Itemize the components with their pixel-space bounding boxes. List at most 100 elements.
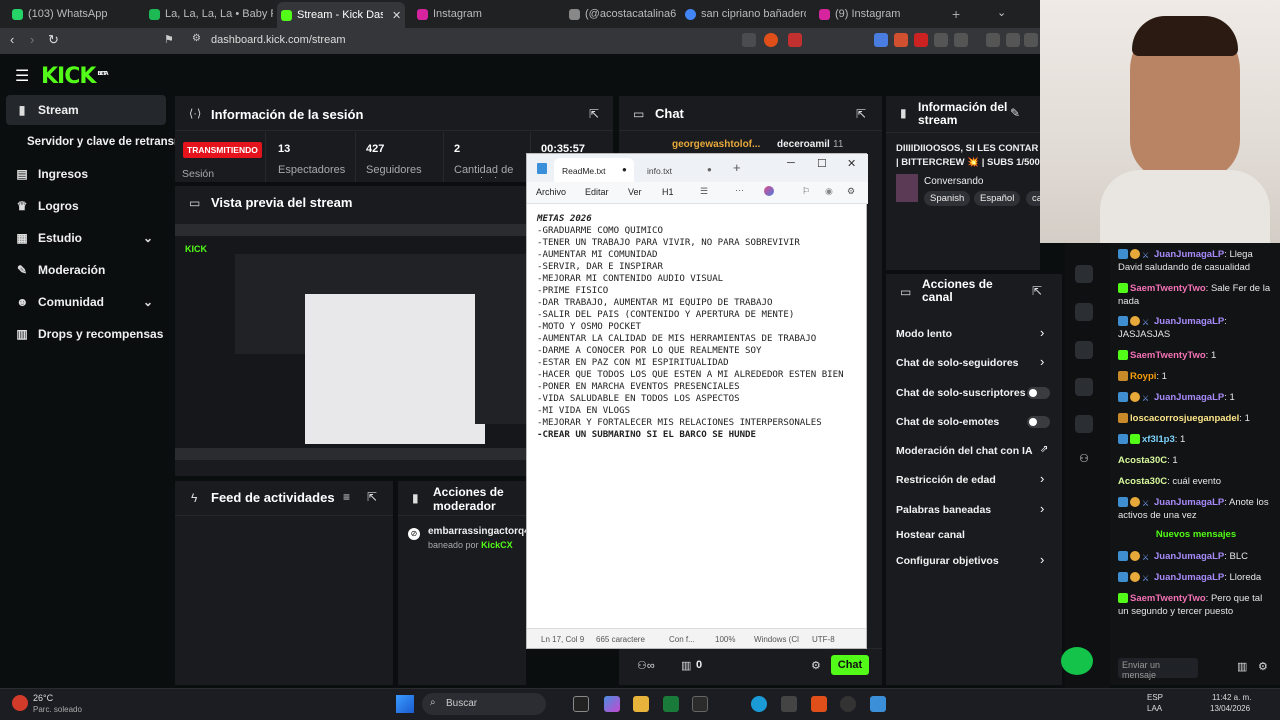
store-icon[interactable]: ▥ <box>1237 660 1247 673</box>
browser-tab[interactable]: La, La, La, La • Baby Rasta <box>145 4 273 24</box>
channel-action-host[interactable]: Hostear canal <box>896 529 965 541</box>
banned-username[interactable]: embarrassingactorq4 <box>428 526 526 537</box>
brave-shield-icon[interactable] <box>764 33 778 47</box>
sidebar-item-estudio[interactable]: ▦ Estudio ⌄ <box>6 223 166 253</box>
list-icon[interactable]: ☰ <box>700 186 708 197</box>
chat-username[interactable]: Roypi <box>1130 371 1156 382</box>
filter-icon[interactable]: ≡ <box>343 490 350 504</box>
drag-handle-icon[interactable]: ⟨·⟩ <box>189 107 201 120</box>
chat-username[interactable]: Acosta30C <box>1118 455 1167 466</box>
channel-action-age-restriction[interactable]: Restricción de edad <box>896 474 996 486</box>
external-link-icon[interactable]: ⇗ <box>1040 444 1048 455</box>
clock-time[interactable]: 11:42 a. m. <box>1212 693 1251 702</box>
stream-preview-video[interactable]: KICK <box>175 224 526 460</box>
share-icon[interactable] <box>742 33 756 47</box>
tag-chip[interactable]: Español <box>974 191 1021 206</box>
chat-input[interactable]: Enviar un mensaje <box>1118 658 1198 680</box>
taskview-icon[interactable] <box>573 696 589 712</box>
reload-icon[interactable]: ↻ <box>48 32 59 48</box>
sidebar-item-drops[interactable]: ▥ Drops y recompensas <box>6 319 166 349</box>
store-icon[interactable] <box>663 696 679 712</box>
sidebar-item-stream[interactable]: ▮ Stream <box>6 95 166 125</box>
menu-view[interactable]: Ver <box>628 187 642 197</box>
more-icon[interactable]: ··· <box>735 185 744 195</box>
chat-bubble-icon[interactable] <box>1075 303 1093 321</box>
brave-icon[interactable] <box>811 696 827 712</box>
start-icon[interactable] <box>396 695 414 713</box>
kick-logo[interactable]: KICK BETA <box>41 64 109 89</box>
chevron-down-icon[interactable]: ⌄ <box>997 6 1006 19</box>
sidebar-item-ingresos[interactable]: ▤ Ingresos <box>6 159 166 189</box>
chat-message[interactable]: ⚔ JuanJumagaLP: Llega David saludando de … <box>1118 248 1274 274</box>
notepad-tab[interactable]: info.txt ● <box>639 158 719 182</box>
sidebar-item-logros[interactable]: ♛ Logros <box>6 191 166 221</box>
tag-chip[interactable]: Spanish <box>924 191 971 206</box>
chat-username[interactable]: JuanJumagaLP <box>1154 551 1224 562</box>
heading-select[interactable]: H1 <box>662 187 674 197</box>
chat-message[interactable]: Roypi: 1 <box>1118 370 1274 383</box>
sidebar-item-moderacion[interactable]: ✎ Moderación <box>6 255 166 285</box>
chat-send-button[interactable]: Chat <box>831 655 869 675</box>
browser-tab[interactable]: san cipriano bañadero - Bus <box>681 4 806 24</box>
subs-only-toggle[interactable] <box>1027 387 1050 399</box>
sidebar-item-server-key[interactable]: Servidor y clave de retransn <box>17 127 181 157</box>
channel-action-slow-mode[interactable]: Modo lento <box>896 328 952 340</box>
maximize-icon[interactable]: ☐ <box>817 157 827 170</box>
capcut-icon[interactable] <box>781 696 797 712</box>
moderator-name[interactable]: KickCX <box>481 540 513 550</box>
settings-icon[interactable]: ⚙ <box>1258 660 1268 673</box>
chat-message[interactable]: ⚔ JuanJumagaLP: Lloreda <box>1118 571 1274 584</box>
new-tab-icon[interactable]: + <box>952 6 960 22</box>
chat-username[interactable]: SaemTwentyTwo <box>1130 283 1206 294</box>
category-name[interactable]: Conversando <box>924 176 983 187</box>
edit-icon[interactable]: ✎ <box>1010 106 1020 120</box>
chevron-right-icon[interactable]: › <box>1040 501 1044 516</box>
browser-tab[interactable]: Instagram <box>413 4 553 24</box>
browser-tab[interactable]: (@acostacatalina6 <box>565 4 677 24</box>
profile-icon[interactable]: ◉ <box>825 186 833 197</box>
chat-username[interactable]: JuanJumagaLP <box>1154 249 1224 260</box>
edge-icon[interactable] <box>751 696 767 712</box>
broadcast-icon[interactable] <box>1075 341 1093 359</box>
chevron-right-icon[interactable]: › <box>1040 471 1044 486</box>
explorer-icon[interactable] <box>633 696 649 712</box>
users-icon[interactable]: ⚇ <box>1075 452 1093 470</box>
sidebar-item-comunidad[interactable]: ☻ Comunidad ⌄ <box>6 287 166 317</box>
weather-icon[interactable] <box>12 695 28 711</box>
back-icon[interactable]: ‹ <box>10 32 14 47</box>
channel-action-ai-moderation[interactable]: Moderación del chat con IA <box>896 445 1033 457</box>
chat-username[interactable]: SaemTwentyTwo <box>1130 350 1206 361</box>
channel-action-goals[interactable]: Configurar objetivos <box>896 555 999 567</box>
extension-icon[interactable] <box>934 33 948 47</box>
copilot-icon[interactable] <box>764 186 774 196</box>
terminal-icon[interactable] <box>692 696 708 712</box>
notes-icon[interactable] <box>1075 265 1093 283</box>
emotes-only-toggle[interactable] <box>1027 416 1050 428</box>
chat-username[interactable]: decerоamil <box>777 139 830 150</box>
support-button[interactable] <box>1061 647 1093 675</box>
wallet-icon[interactable] <box>1024 33 1038 47</box>
extension-icon[interactable] <box>894 33 908 47</box>
browser-tab[interactable]: (9) Instagram <box>815 4 940 24</box>
chat-message[interactable]: loscacorrosjueganpadel: 1 <box>1118 412 1274 425</box>
forward-icon[interactable]: › <box>30 32 34 47</box>
popout-icon[interactable]: ⇱ <box>589 107 599 121</box>
menu-icon[interactable]: ☰ <box>15 66 29 86</box>
site-info-icon[interactable]: ⚙ <box>192 33 201 44</box>
sidebar-toggle-icon[interactable] <box>1006 33 1020 47</box>
chat-message[interactable]: ⚔ JuanJumagaLP: 1 <box>1118 391 1274 404</box>
menu-edit[interactable]: Editar <box>585 187 609 197</box>
close-icon[interactable]: ✕ <box>847 157 856 170</box>
category-thumbnail[interactable] <box>896 174 918 202</box>
settings-icon[interactable]: ⚙ <box>847 186 855 197</box>
notepad-editor[interactable]: METAS 2026 -GRADUARME COMO QUIMICO -TENER … <box>537 213 844 441</box>
chat-message[interactable]: ⚔ JuanJumagaLP: JASJASJAS <box>1118 315 1274 341</box>
chat-message[interactable]: ⚔ JuanJumagaLP: Anote los activos de una … <box>1118 496 1274 522</box>
media-icon[interactable] <box>986 33 1000 47</box>
chevron-right-icon[interactable]: › <box>1040 325 1044 340</box>
chat-username[interactable]: loscacorrosjueganpadel <box>1130 413 1239 424</box>
chat-message[interactable]: SaemTwentyTwo: 1 <box>1118 349 1274 362</box>
chat-message[interactable]: SaemTwentyTwo: Pero que tal un segundo y… <box>1118 592 1274 618</box>
browser-tab[interactable]: (103) WhatsApp <box>8 4 143 24</box>
users-icon[interactable]: ⚇∞ <box>637 659 655 672</box>
